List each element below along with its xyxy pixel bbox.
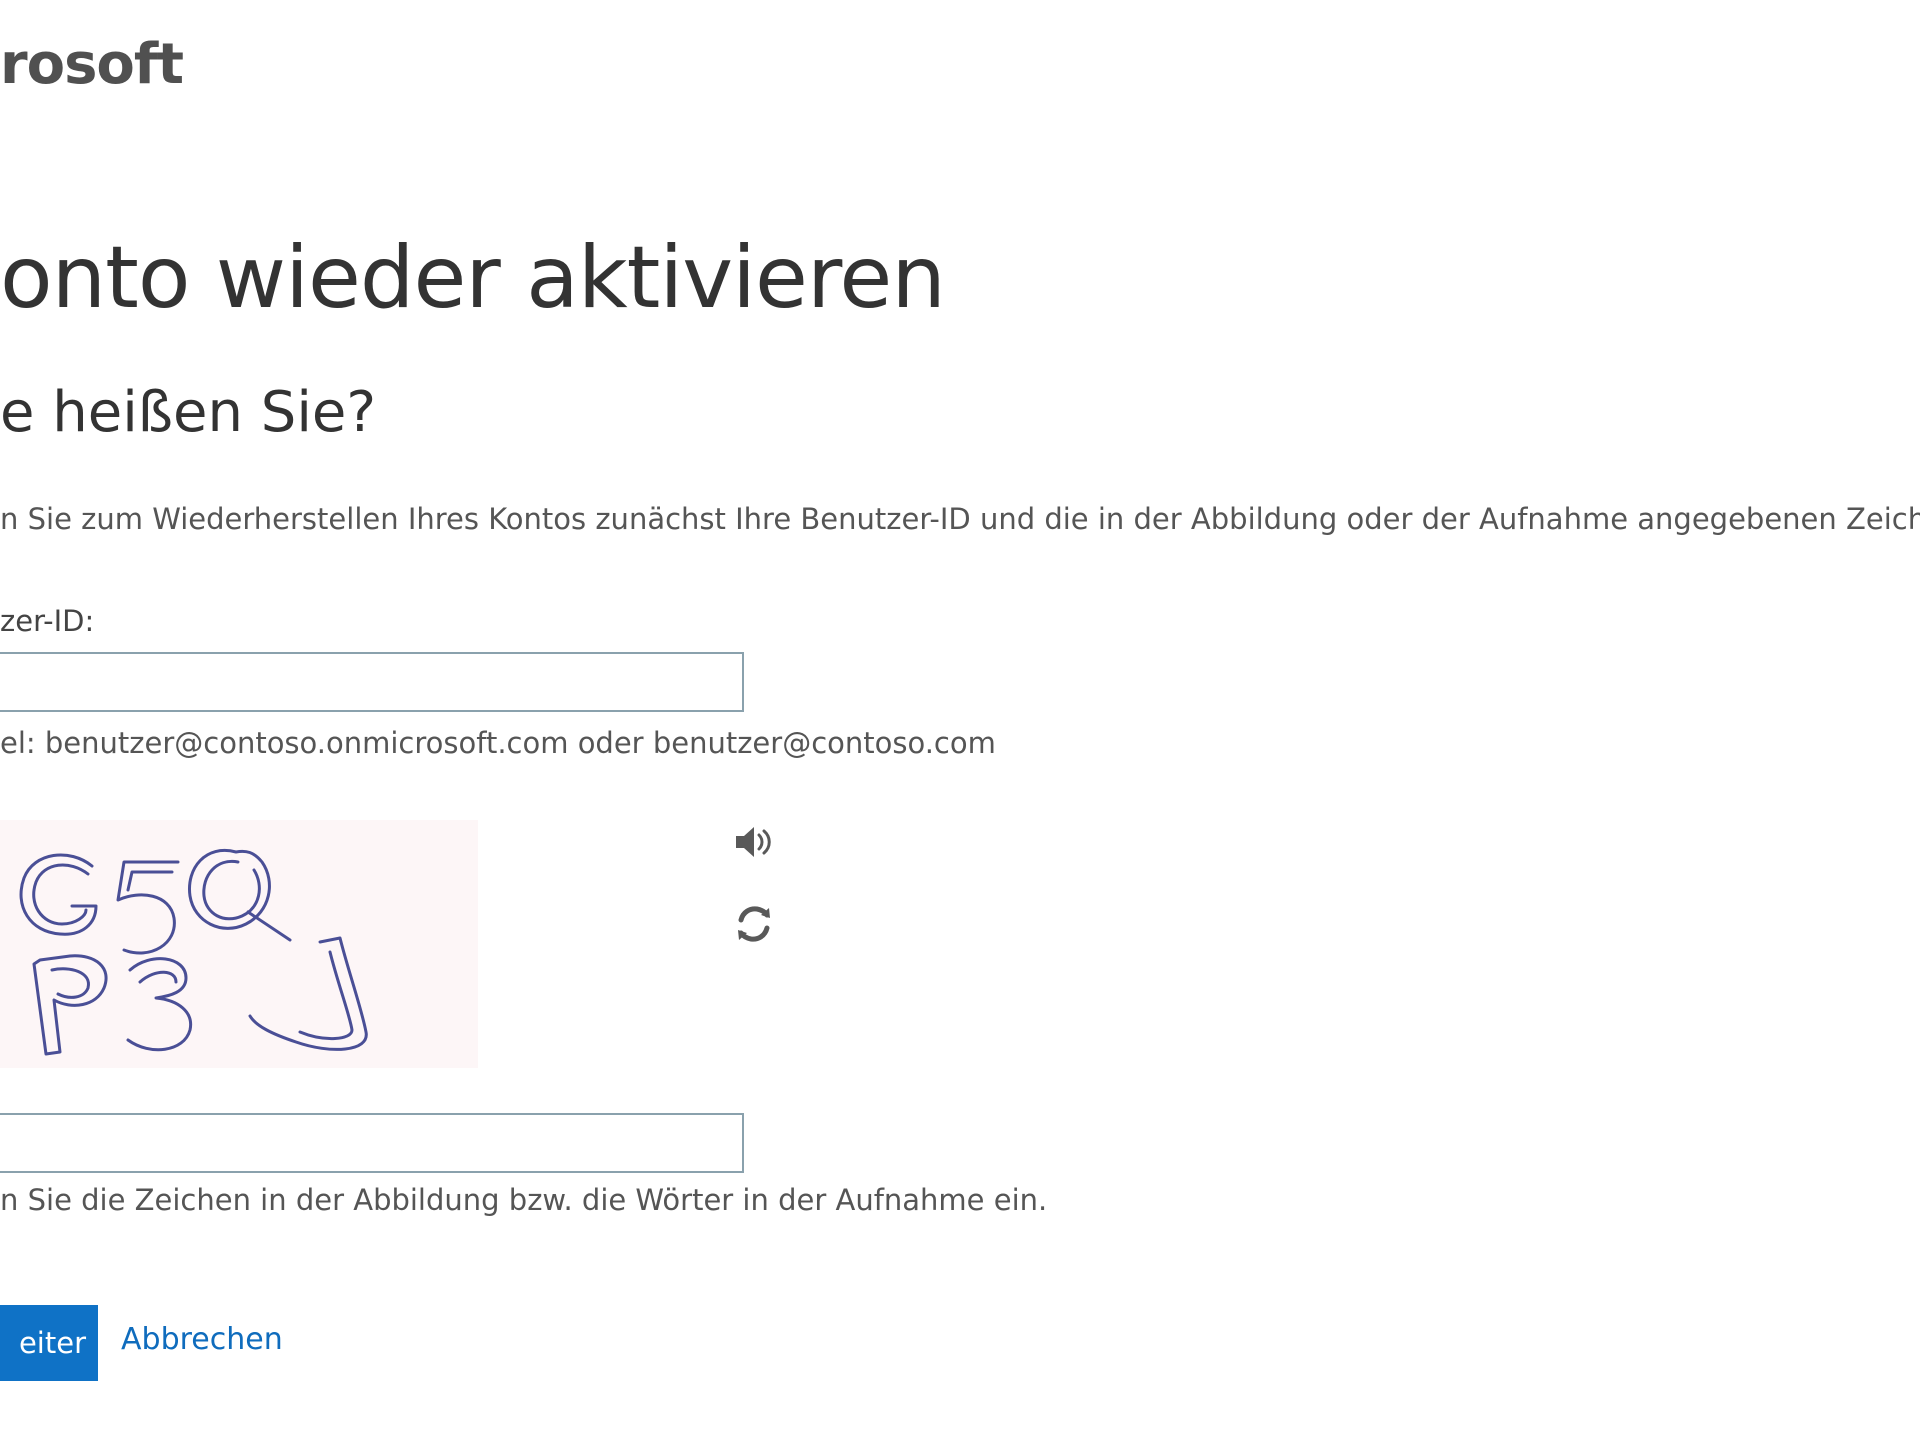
page: rosoft onto wieder aktivieren e heißen S… (0, 0, 1920, 1440)
captcha-image (0, 820, 478, 1068)
intro-text: n Sie zum Wiederherstellen Ihres Kontos … (0, 502, 1920, 536)
section-title: e heißen Sie? (0, 380, 377, 445)
page-title: onto wieder aktivieren (0, 228, 946, 328)
userid-input[interactable] (0, 652, 744, 712)
refresh-icon[interactable] (732, 902, 776, 946)
brand-logo: rosoft (0, 32, 184, 97)
captcha-hint: n Sie die Zeichen in der Abbildung bzw. … (0, 1183, 1048, 1217)
speaker-icon[interactable] (732, 820, 776, 864)
cancel-link[interactable]: Abbrechen (121, 1322, 283, 1357)
next-button[interactable]: eiter (0, 1305, 98, 1381)
captcha-input[interactable] (0, 1113, 744, 1173)
userid-label: zer-ID: (0, 604, 95, 638)
userid-hint: el: benutzer@contoso.onmicrosoft.com ode… (0, 726, 996, 760)
